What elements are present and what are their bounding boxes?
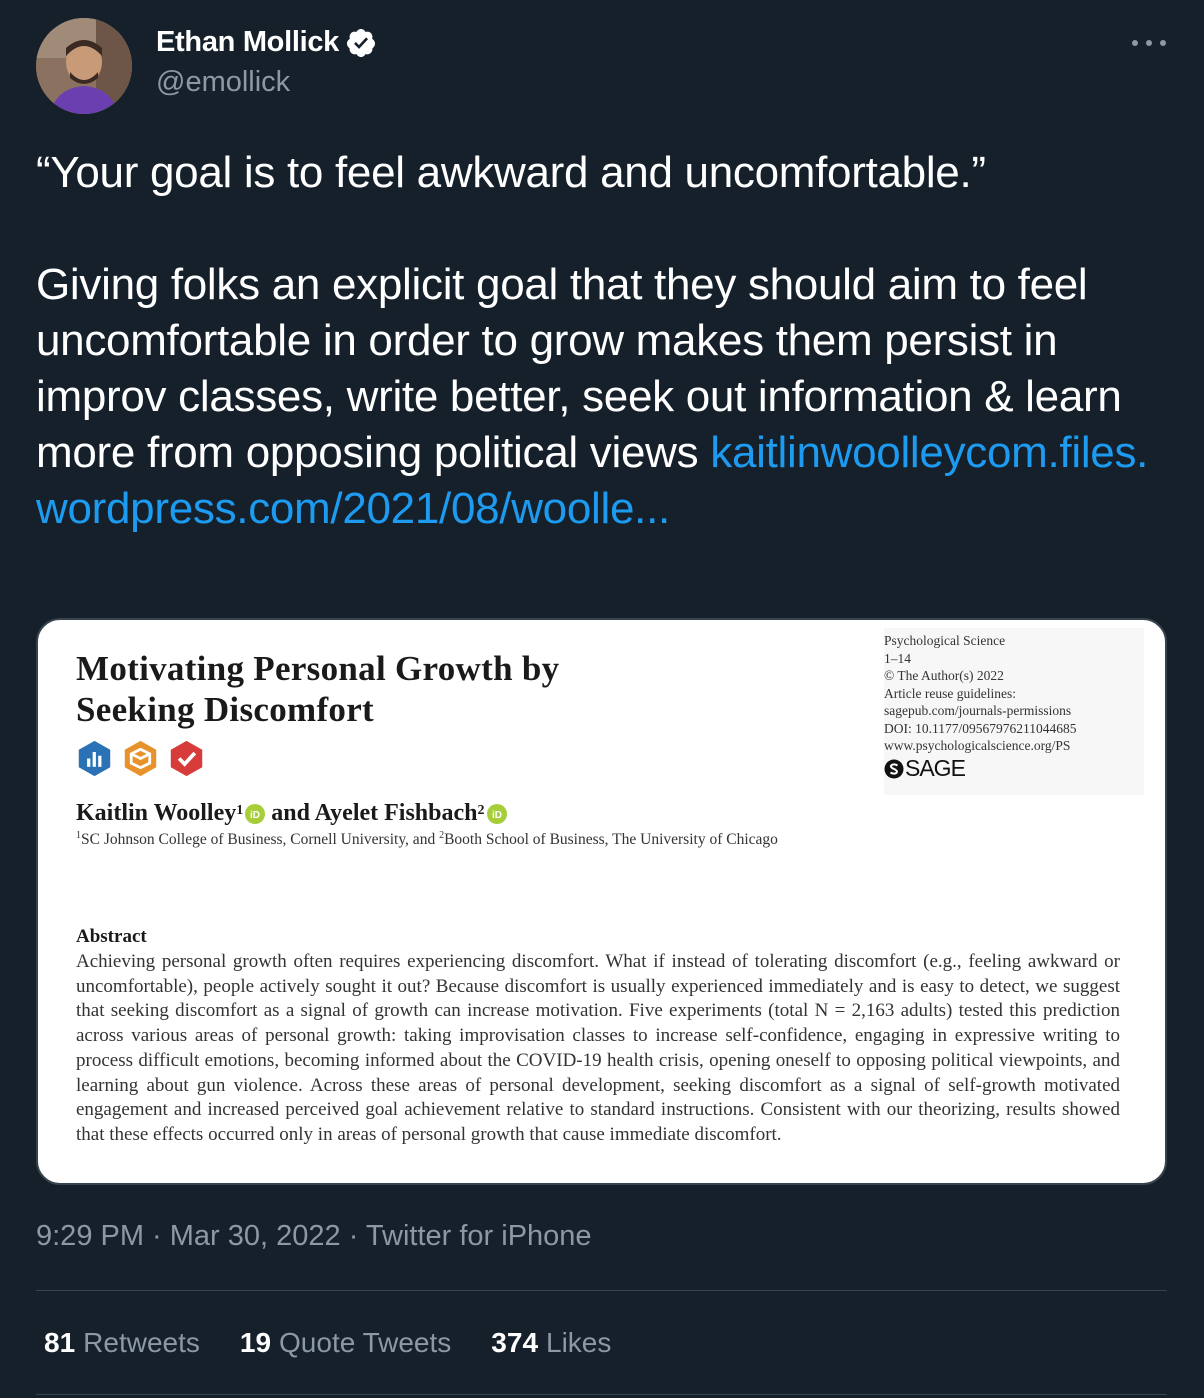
retweets-stat[interactable]: 81 Retweets <box>44 1327 200 1359</box>
likes-count: 374 <box>491 1327 539 1358</box>
author-handle[interactable]: @emollick <box>156 66 290 99</box>
verified-badge-icon <box>347 28 376 57</box>
affil-part2: Booth School of Business, The University… <box>444 831 778 849</box>
tweet-stats: 81 Retweets 19 Quote Tweets 374 Likes <box>44 1327 611 1359</box>
journal-meta: Psychological Science 1–14 © The Author(… <box>884 628 1144 795</box>
paper-title: Motivating Personal Growth by Seeking Di… <box>76 648 696 730</box>
paper-authors: Kaitlin Woolley 1 iD and Ayelet Fishbach 2… <box>76 800 513 827</box>
paper-title-line2: Seeking Discomfort <box>76 690 374 729</box>
journal-copyright: © The Author(s) 2022 <box>884 668 1004 683</box>
tweet-body: Giving folks an explicit goal that they … <box>36 257 1176 537</box>
publisher-name: SAGE <box>905 754 966 781</box>
divider <box>36 1290 1167 1291</box>
author1-name: Kaitlin Woolley <box>76 800 237 826</box>
tweet-quote-line: “Your goal is to feel awkward and uncomf… <box>36 148 986 197</box>
avatar[interactable] <box>36 18 132 114</box>
retweets-count: 81 <box>44 1327 76 1358</box>
quote-tweets-count: 19 <box>239 1327 272 1358</box>
author-name[interactable]: Ethan Mollick <box>156 26 377 59</box>
orcid-icon: iD <box>245 803 266 824</box>
open-data-badge-icon <box>78 740 111 777</box>
svg-text:iD: iD <box>250 810 260 821</box>
abstract-text: Achieving personal growth often requires… <box>76 951 1120 1145</box>
attached-image-card[interactable]: Motivating Personal Growth by Seeking Di… <box>36 618 1167 1185</box>
paper-affiliations: 1SC Johnson College of Business, Cornell… <box>76 830 778 849</box>
journal-pages: 1–14 <box>884 650 911 666</box>
orcid-icon: iD <box>486 803 507 824</box>
paper-title-line1: Motivating Personal Growth by <box>76 649 560 688</box>
publisher-logo: SAGE <box>884 754 1144 781</box>
svg-text:iD: iD <box>492 810 502 821</box>
more-dot <box>1146 40 1152 46</box>
open-science-badges <box>76 740 205 777</box>
likes-label: Likes <box>546 1327 612 1358</box>
quote-tweets-label: Quote Tweets <box>279 1327 452 1358</box>
preregistered-badge-icon <box>170 740 203 777</box>
journal-site: www.psychologicalscience.org/PS <box>884 738 1071 753</box>
journal-reuse-url: sagepub.com/journals-permissions <box>884 703 1072 718</box>
affil-part1: SC Johnson College of Business, Cornell … <box>81 831 440 849</box>
divider <box>36 1394 1167 1395</box>
tweet-timestamp[interactable]: 9:29 PM · Mar 30, 2022 · Twitter for iPh… <box>36 1220 592 1253</box>
journal-doi: DOI: 10.1177/09567976211044685 <box>884 720 1077 736</box>
retweets-label: Retweets <box>83 1327 200 1358</box>
author-name-text[interactable]: Ethan Mollick <box>156 26 339 59</box>
more-icon[interactable] <box>1132 30 1166 56</box>
abstract-heading: Abstract <box>76 926 147 947</box>
tweet-text: “Your goal is to feel awkward and uncomf… <box>36 145 1176 537</box>
journal-name: Psychological Science <box>884 633 1006 648</box>
open-materials-badge-icon <box>124 740 157 777</box>
more-dot <box>1160 40 1166 46</box>
quote-tweets-stat[interactable]: 19 Quote Tweets <box>240 1327 451 1359</box>
author2-sup: 2 <box>477 802 485 818</box>
avatar-image <box>36 18 132 114</box>
journal-reuse-label: Article reuse guidelines: <box>884 685 1016 701</box>
more-dot <box>1132 40 1138 46</box>
sage-logo-icon <box>884 759 904 778</box>
author1-sup: 1 <box>236 802 244 818</box>
author2-name: and Ayelet Fishbach <box>271 800 478 826</box>
likes-stat[interactable]: 374 Likes <box>491 1327 611 1359</box>
